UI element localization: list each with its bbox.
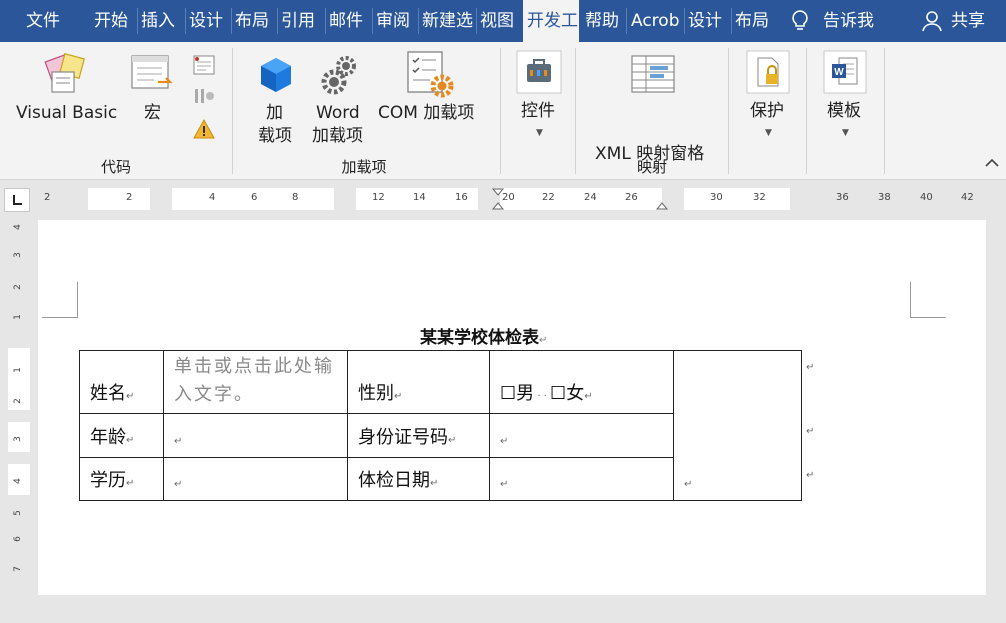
- tab-acrobat[interactable]: Acrob: [631, 0, 681, 42]
- document-template-icon: W: [823, 50, 867, 94]
- left-tab-stop-icon: [13, 195, 22, 205]
- workspace-bottom: [0, 595, 1006, 623]
- share-button[interactable]: 共享: [951, 0, 991, 42]
- macro-icon: [131, 55, 173, 89]
- protect-button[interactable]: 保护: [750, 100, 784, 123]
- tab-developer[interactable]: 开发工: [523, 0, 579, 42]
- controls-chevron-down-icon[interactable]: ▼: [536, 128, 543, 138]
- age-label-cell[interactable]: 年龄↵: [79, 413, 164, 458]
- tab-home[interactable]: 开始: [94, 0, 134, 42]
- photo-cell[interactable]: ↵: [673, 350, 802, 501]
- mapping-group-label: 映射: [636, 158, 667, 176]
- svg-text:W: W: [834, 67, 844, 78]
- word-add-ins-line2[interactable]: 加载项: [312, 125, 363, 148]
- vertical-ruler[interactable]: 4 3 2 1 1 2 3 4 5 6 7: [8, 220, 30, 595]
- female-checkbox[interactable]: ☐: [550, 383, 566, 404]
- education-input-cell[interactable]: ↵: [163, 457, 348, 501]
- templates-chevron-down-icon[interactable]: ▼: [842, 128, 849, 138]
- gender-label-cell[interactable]: 性别↵: [347, 350, 490, 414]
- tab-new-group[interactable]: 新建选: [422, 0, 474, 42]
- gender-options-cell[interactable]: ☐男 · · ☐女↵: [489, 350, 674, 414]
- tab-table-design[interactable]: 设计: [688, 0, 728, 42]
- tab-mailings[interactable]: 邮件: [329, 0, 369, 42]
- crop-mark-left: [42, 282, 78, 318]
- age-input-cell[interactable]: ↵: [163, 413, 348, 458]
- crop-mark-right: [910, 282, 946, 318]
- ribbon-tab-bar: 文件 开始 插入 设计 布局 引用 邮件 审阅 新建选 视图 开发工 帮助 Ac…: [0, 0, 1006, 42]
- collapse-ribbon-chevron-up-icon[interactable]: [985, 158, 999, 168]
- record-macro-icon[interactable]: [192, 54, 216, 76]
- tab-insert[interactable]: 插入: [141, 0, 181, 42]
- id-number-input-cell[interactable]: ↵: [489, 413, 674, 458]
- tab-table-layout[interactable]: 布局: [735, 0, 775, 42]
- protect-chevron-down-icon[interactable]: ▼: [765, 128, 772, 138]
- word-add-ins-line1[interactable]: Word: [316, 102, 360, 125]
- visual-basic-icon: [44, 53, 85, 93]
- horizontal-ruler[interactable]: 2 2 4 6 8 12 14 16 20 22 24 26 30 32 36 …: [38, 188, 986, 210]
- word-add-ins-gear-icon: [321, 56, 356, 95]
- com-add-ins-button[interactable]: COM 加载项: [378, 102, 474, 125]
- tab-design[interactable]: 设计: [189, 0, 229, 42]
- education-label-cell[interactable]: 学历↵: [79, 457, 164, 501]
- tab-view[interactable]: 视图: [480, 0, 520, 42]
- row-end-mark: ↵: [806, 426, 815, 437]
- row-end-mark: ↵: [806, 362, 815, 373]
- ruler-row: 2 2 4 6 8 12 14 16 20 22 24 26 30 32 36 …: [0, 180, 1006, 218]
- controls-icon: [516, 50, 562, 94]
- male-checkbox[interactable]: ☐: [500, 383, 516, 404]
- visual-basic-button[interactable]: Visual Basic: [16, 102, 117, 125]
- id-number-label-cell[interactable]: 身份证号码↵: [347, 413, 490, 458]
- add-ins-group-label: 加载项: [341, 158, 387, 176]
- lightbulb-icon: [792, 10, 808, 30]
- macro-button[interactable]: 宏: [144, 102, 161, 125]
- exam-date-input-cell[interactable]: ↵: [489, 457, 674, 501]
- tab-review[interactable]: 审阅: [376, 0, 416, 42]
- content-control-placeholder[interactable]: 单击或点击此处输入文字。: [174, 353, 346, 409]
- name-label-cell[interactable]: 姓名↵: [79, 350, 164, 414]
- tab-help[interactable]: 帮助: [585, 0, 625, 42]
- macro-security-icon[interactable]: [192, 118, 216, 140]
- name-input-cell[interactable]: 单击或点击此处输入文字。: [163, 350, 348, 414]
- exam-date-label-cell[interactable]: 体检日期↵: [347, 457, 490, 501]
- tab-file[interactable]: 文件: [26, 0, 66, 42]
- add-ins-button-line2[interactable]: 载项: [258, 125, 292, 148]
- tell-me-search[interactable]: 告诉我: [823, 0, 883, 42]
- document-title[interactable]: 某某学校体检表↵: [420, 323, 547, 348]
- health-check-form-table[interactable]: 姓名↵ 单击或点击此处输入文字。 性别↵ ☐男 · · ☐女↵ ↵ 年龄↵ ↵ …: [79, 350, 802, 501]
- person-icon: [922, 11, 942, 32]
- templates-button[interactable]: 模板: [827, 100, 861, 123]
- pause-recording-icon[interactable]: [192, 86, 216, 106]
- code-group-label: 代码: [100, 158, 131, 176]
- com-add-ins-icon: [407, 51, 454, 98]
- row-end-mark: ↵: [806, 470, 815, 481]
- controls-button[interactable]: 控件: [521, 100, 555, 123]
- add-ins-button-line1[interactable]: 加: [266, 102, 283, 125]
- tab-references[interactable]: 引用: [281, 0, 321, 42]
- xml-mapping-pane-icon: [631, 55, 675, 93]
- tab-selector[interactable]: [4, 188, 30, 212]
- add-ins-icon: [261, 58, 291, 92]
- ribbon-body: Visual Basic 宏 代码 加 载项 Word 加载项 COM 加载项 …: [0, 42, 1006, 180]
- tab-layout[interactable]: 布局: [235, 0, 275, 42]
- protect-lock-icon: [746, 50, 790, 94]
